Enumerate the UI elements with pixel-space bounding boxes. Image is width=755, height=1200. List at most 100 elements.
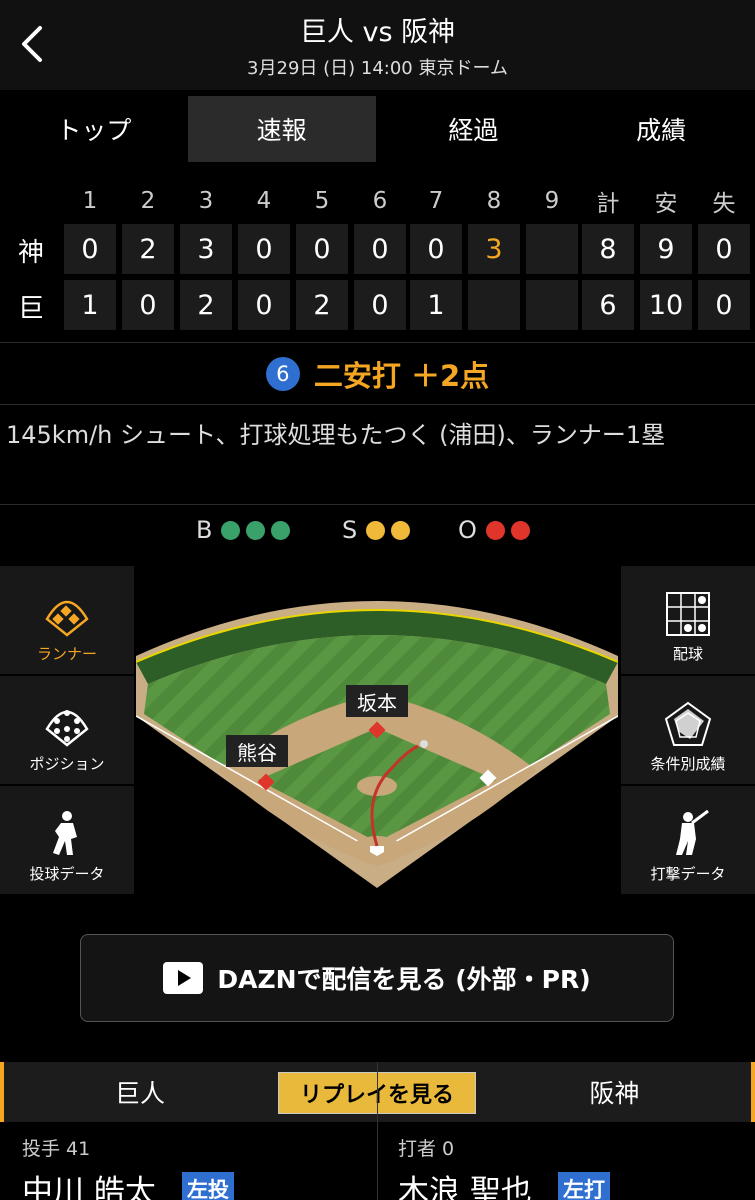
inning-header: 5: [314, 188, 330, 214]
split-stats-button[interactable]: 条件別成績: [621, 676, 755, 784]
inning-header: 8: [486, 188, 502, 214]
play-number-badge: 6: [265, 357, 300, 391]
balls-indicator: B: [196, 516, 291, 544]
inning-header: 計: [596, 191, 620, 217]
score-cell: 0: [64, 224, 116, 274]
pitcher-panel[interactable]: 投手 41 中川 皓太 左投: [22, 1122, 372, 1200]
score-cell: 1: [64, 280, 116, 330]
out-dot: [510, 520, 530, 540]
batter-icon: [676, 809, 709, 855]
team-label: 神: [17, 238, 44, 268]
ball-dot: [221, 520, 241, 540]
score-cell: [526, 280, 578, 330]
play-description: 145km/h シュート、打球処理もたつく (浦田)、ランナー1塁: [6, 421, 666, 449]
ball-count: B S O: [0, 516, 755, 552]
score-cell: 0: [698, 280, 750, 330]
pitcher-name: 中川 皓太: [22, 1174, 156, 1200]
tab-away-team[interactable]: 阪神: [478, 1062, 755, 1122]
inning-header: 安: [654, 191, 678, 217]
runner-label-second: 坂本: [357, 691, 397, 715]
divider: [0, 404, 755, 405]
divider: [0, 342, 755, 343]
score-cell: 0: [238, 280, 290, 330]
header: 巨人 vs 阪神 3月29日 (日) 14:00 東京ドーム: [0, 0, 755, 90]
position-dots-icon: [45, 710, 89, 747]
runner-view-button[interactable]: ランナー: [0, 566, 134, 674]
divider: [0, 504, 755, 505]
score-cell: 0: [296, 224, 348, 274]
play-icon: [163, 962, 204, 994]
position-label: ポジション: [29, 755, 105, 773]
inning-header: 1: [82, 188, 98, 214]
strike-dot: [366, 520, 386, 540]
dazn-stream-button[interactable]: DAZNで配信を見る (外部・PR): [80, 934, 674, 1022]
pitcher-role: 投手 41: [22, 1138, 91, 1160]
score-cell: 2: [122, 224, 174, 274]
ball-dot: [246, 520, 266, 540]
score-cell: 1: [410, 280, 462, 330]
score-cell: 0: [122, 280, 174, 330]
play-result-text: 二安打 ＋2点: [313, 359, 490, 393]
tab-home-team[interactable]: 巨人: [0, 1062, 276, 1122]
match-title: 巨人 vs 阪神: [299, 17, 456, 48]
inning-header: 9: [544, 188, 560, 214]
score-cell: 3: [468, 224, 520, 274]
balls-label: B: [196, 516, 213, 544]
runner-label: ランナー: [36, 645, 97, 663]
score-cell: 6: [582, 280, 634, 330]
strike-dot: [391, 520, 411, 540]
pitch-sequence-label: 配球: [672, 645, 703, 663]
matchup: 投手 41 中川 皓太 左投 打者 0 木浪 聖也 左打: [0, 1122, 755, 1200]
batter-role: 打者 0: [398, 1138, 455, 1160]
runner-label-first: 熊谷: [237, 741, 277, 765]
batter-hand-badge: 左打: [558, 1172, 610, 1200]
tab-progress[interactable]: 経過: [380, 96, 568, 162]
inning-header: 6: [372, 188, 388, 214]
radar-chart-icon: [664, 701, 712, 746]
score-cell: 3: [180, 224, 232, 274]
diamond-runner-icon: [45, 600, 89, 637]
pitch-sequence-button[interactable]: 配球: [621, 566, 755, 674]
pitcher-hand-badge: 左投: [182, 1172, 234, 1200]
strikes-label: S: [342, 516, 358, 544]
inning-header: 7: [428, 188, 444, 214]
outs-label: O: [458, 516, 477, 544]
score-cell: 8: [582, 224, 634, 274]
match-subtitle: 3月29日 (日) 14:00 東京ドーム: [247, 58, 508, 79]
score-cell: 0: [354, 224, 406, 274]
split-stats-label: 条件別成績: [650, 755, 726, 773]
pitcher-icon: [53, 811, 77, 855]
tab-bar: トップ 速報 経過 成績: [0, 96, 755, 162]
ball-dot: [271, 520, 291, 540]
inning-header: 3: [198, 188, 214, 214]
batter-name: 木浪 聖也: [398, 1174, 532, 1200]
pitch-grid-icon: [666, 592, 710, 636]
tab-stats[interactable]: 成績: [567, 96, 755, 162]
tab-top[interactable]: トップ: [0, 96, 188, 162]
team-row-hanshin: 神 02300003890: [0, 224, 755, 274]
batting-data-button[interactable]: 打撃データ: [621, 786, 755, 894]
dazn-label: DAZNで配信を見る (外部・PR): [217, 965, 591, 994]
score-cell: 2: [180, 280, 232, 330]
inning-header: 2: [140, 188, 156, 214]
score-cell: 10: [640, 280, 692, 330]
inning-header: 4: [256, 188, 272, 214]
score-cell: 0: [238, 224, 290, 274]
score-cell: [526, 224, 578, 274]
score-cell: 2: [296, 280, 348, 330]
pitching-data-label: 投球データ: [29, 865, 105, 883]
pitching-data-button[interactable]: 投球データ: [0, 786, 134, 894]
inning-header: 失: [712, 191, 736, 217]
team-row-giants: 巨 1 0 2 0 2 0 1 6 10 0: [0, 280, 755, 330]
score-cell: 0: [410, 224, 462, 274]
baseball-field: 坂本 熊谷: [135, 566, 619, 892]
inning-header-row: 1 2 3 4 5 6 7 8 9 計 安 失: [0, 176, 755, 226]
tab-live[interactable]: 速報: [187, 96, 376, 162]
score-cell: 0: [698, 224, 750, 274]
strikes-indicator: S: [342, 516, 411, 544]
field-diagram: [135, 601, 619, 888]
batter-panel[interactable]: 打者 0 木浪 聖也 左打: [398, 1122, 748, 1200]
score-cell: 9: [640, 224, 692, 274]
position-view-button[interactable]: ポジション: [0, 676, 134, 784]
out-dot: [485, 520, 505, 540]
